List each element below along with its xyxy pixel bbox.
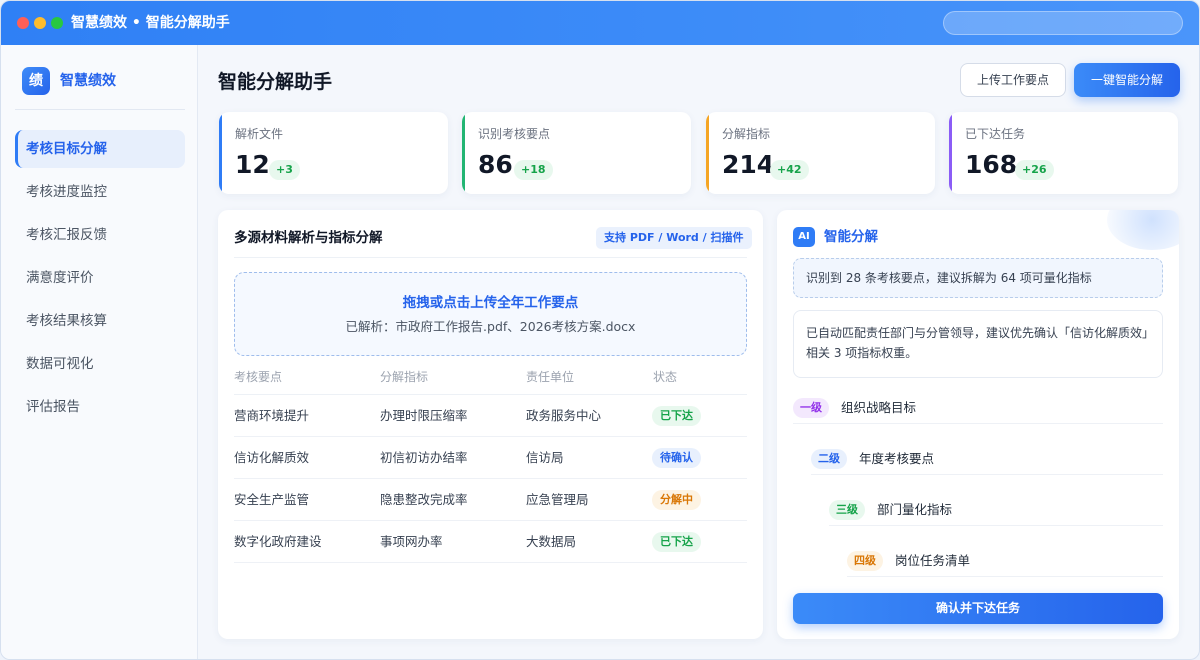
sidebar-item-report-feedback[interactable]: 考核汇报反馈	[15, 216, 185, 254]
upload-work-points-button[interactable]: 上传工作要点	[960, 63, 1066, 97]
level-tag: 一级	[793, 398, 829, 418]
ai-decomposition-panel: AI 智能分解 识别到 28 条考核要点，建议拆解为 64 项可量化指标 已自动…	[777, 210, 1179, 639]
cell-unit: 政务服务中心	[526, 408, 602, 423]
status-badge: 已下达	[652, 532, 701, 552]
status-badge: 已下达	[652, 406, 701, 426]
stat-value: 12	[235, 150, 270, 179]
stat-label: 分解指标	[722, 127, 771, 141]
cell-unit: 应急管理局	[526, 492, 589, 507]
level-row-3[interactable]: 三级 部门量化指标	[829, 494, 1163, 526]
title-bar: 智慧绩效 • 智能分解助手	[1, 1, 1199, 45]
stat-value: 214	[722, 150, 775, 179]
search-bar[interactable]	[943, 11, 1183, 35]
materials-panel: 多源材料解析与指标分解 支持 PDF / Word / 扫描件 拖拽或点击上传全…	[218, 210, 763, 639]
decorative-glow	[1107, 210, 1179, 250]
minimize-window-button[interactable]	[34, 17, 46, 29]
logo-icon: 绩	[22, 67, 50, 95]
one-click-decompose-button[interactable]: 一键智能分解	[1074, 63, 1180, 97]
stat-delta-badge: +42	[770, 160, 809, 180]
cell-indicator: 办理时限压缩率	[380, 408, 468, 423]
upload-dropzone[interactable]: 拖拽或点击上传全年工作要点 已解析：市政府工作报告.pdf、2026考核方案.d…	[234, 272, 747, 356]
stat-label: 解析文件	[235, 127, 284, 141]
table-row[interactable]: 营商环境提升 办理时限压缩率 政务服务中心 已下达	[234, 395, 747, 437]
sidebar-item-target-decomposition[interactable]: 考核目标分解	[15, 130, 185, 168]
maximize-window-button[interactable]	[51, 17, 63, 29]
stat-card-decomposed-indicators: 分解指标 214 +42	[706, 112, 935, 194]
level-row-4[interactable]: 四级 岗位任务清单	[847, 545, 1163, 577]
ai-panel-title: 智能分解	[824, 229, 878, 245]
cell-unit: 大数据局	[526, 534, 577, 549]
page-title: 智能分解助手	[218, 71, 333, 93]
cell-point: 安全生产监管	[234, 492, 310, 507]
stat-card-issued-tasks: 已下达任务 168 +26	[949, 112, 1178, 194]
sidebar-item-data-visualization[interactable]: 数据可视化	[15, 345, 185, 383]
panel-divider	[234, 257, 747, 258]
cell-indicator: 隐患整改完成率	[380, 492, 468, 507]
status-badge: 待确认	[652, 448, 701, 468]
stat-value: 168	[965, 150, 1018, 179]
logo-text: 智慧绩效	[60, 73, 116, 89]
stat-accent-bar	[706, 112, 709, 194]
level-tag: 三级	[829, 500, 865, 520]
stat-label: 已下达任务	[965, 127, 1026, 141]
sidebar-item-progress-monitor[interactable]: 考核进度监控	[15, 173, 185, 211]
level-tag: 四级	[847, 551, 883, 571]
sidebar-divider	[15, 109, 185, 110]
stat-accent-bar	[219, 112, 222, 194]
ai-summary-note: 识别到 28 条考核要点，建议拆解为 64 项可量化指标	[793, 258, 1163, 298]
column-header-status: 状态	[653, 370, 678, 384]
cell-unit: 信访局	[526, 450, 564, 465]
level-tag: 二级	[811, 449, 847, 469]
table-row[interactable]: 安全生产监管 隐患整改完成率 应急管理局 分解中	[234, 479, 747, 521]
cell-indicator: 事项网办率	[380, 534, 443, 549]
cell-point: 营商环境提升	[234, 408, 310, 423]
status-badge: 分解中	[652, 490, 701, 510]
sidebar-item-satisfaction[interactable]: 满意度评价	[15, 259, 185, 297]
sidebar-item-evaluation-report[interactable]: 评估报告	[15, 388, 185, 426]
close-window-button[interactable]	[17, 17, 29, 29]
supported-formats-badge: 支持 PDF / Word / 扫描件	[596, 227, 752, 249]
stat-accent-bar	[462, 112, 465, 194]
stat-card-identified-points: 识别考核要点 86 +18	[462, 112, 691, 194]
column-header-point: 考核要点	[234, 370, 283, 384]
table-row[interactable]: 信访化解质效 初信初访办结率 信访局 待确认	[234, 437, 747, 479]
sidebar-item-result-accounting[interactable]: 考核结果核算	[15, 302, 185, 340]
dropzone-title: 拖拽或点击上传全年工作要点	[402, 295, 579, 311]
level-label: 部门量化指标	[877, 502, 953, 517]
level-label: 年度考核要点	[859, 451, 935, 466]
column-header-indicator: 分解指标	[380, 370, 429, 384]
cell-point: 信访化解质效	[234, 450, 310, 465]
stat-card-parsed-files: 解析文件 12 +3	[219, 112, 448, 194]
cell-point: 数字化政府建设	[234, 534, 322, 549]
stat-label: 识别考核要点	[478, 127, 551, 141]
stat-delta-badge: +3	[269, 160, 300, 180]
sidebar: 绩 智慧绩效 考核目标分解 考核进度监控 考核汇报反馈 满意度评价 考核结果核算…	[1, 45, 198, 659]
ai-suggestion-message: 已自动匹配责任部门与分管领导，建议优先确认「信访化解质效」相关 3 项指标权重。	[793, 310, 1163, 378]
level-label: 岗位任务清单	[895, 553, 971, 568]
table-row[interactable]: 数字化政府建设 事项网办率 大数据局 已下达	[234, 521, 747, 563]
window-title: 智慧绩效 • 智能分解助手	[71, 15, 230, 31]
ai-icon: AI	[793, 227, 815, 247]
stat-value: 86	[478, 150, 513, 179]
cell-indicator: 初信初访办结率	[380, 450, 468, 465]
materials-panel-title: 多源材料解析与指标分解	[234, 230, 383, 246]
stat-accent-bar	[949, 112, 952, 194]
stat-delta-badge: +18	[514, 160, 553, 180]
column-header-unit: 责任单位	[526, 370, 575, 384]
dropzone-parsed-files: 已解析：市政府工作报告.pdf、2026考核方案.docx	[345, 319, 636, 334]
stat-delta-badge: +26	[1015, 160, 1054, 180]
level-row-1[interactable]: 一级 组织战略目标	[793, 392, 1163, 424]
level-row-2[interactable]: 二级 年度考核要点	[811, 443, 1163, 475]
app-window: 智慧绩效 • 智能分解助手 绩 智慧绩效 考核目标分解 考核进度监控 考核汇报反…	[0, 0, 1200, 660]
confirm-issue-tasks-button[interactable]: 确认并下达任务	[793, 593, 1163, 624]
level-label: 组织战略目标	[841, 400, 917, 415]
